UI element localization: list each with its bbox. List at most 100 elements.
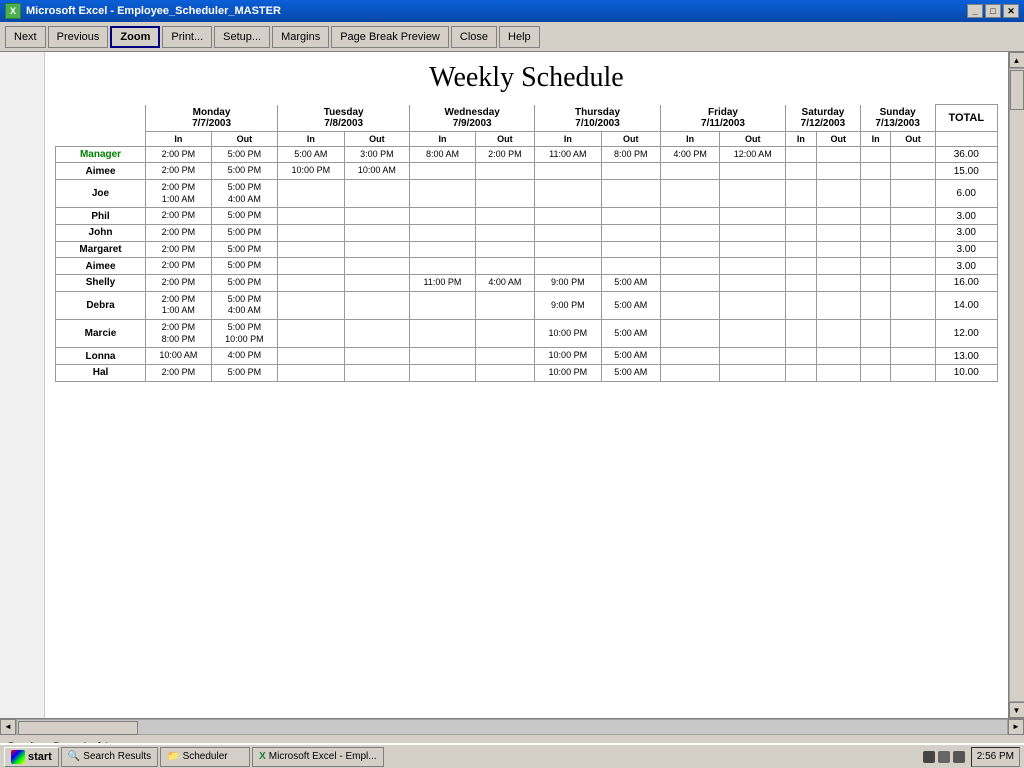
taskbar-excel[interactable]: X Microsoft Excel - Empl...	[252, 747, 383, 767]
window-close-button[interactable]: ✕	[1003, 4, 1019, 18]
shift-out: 5:00 PM 4:00 AM	[211, 179, 277, 207]
sunday-header: Sunday7/13/2003	[860, 105, 935, 132]
taskbar-search-results[interactable]: 🔍 Search Results	[61, 747, 158, 767]
shift-in	[410, 224, 475, 241]
scroll-up-button[interactable]: ▲	[1009, 52, 1024, 68]
shift-out	[891, 208, 935, 225]
shift-in	[660, 224, 719, 241]
shift-in	[660, 179, 719, 207]
shift-out	[344, 241, 410, 258]
shift-out	[475, 258, 534, 275]
shift-in	[786, 146, 817, 163]
shift-in	[786, 179, 817, 207]
shift-in	[660, 291, 719, 319]
next-button[interactable]: Next	[5, 26, 46, 48]
shift-in: 11:00 AM	[535, 146, 601, 163]
page-break-button[interactable]: Page Break Preview	[331, 26, 449, 48]
shift-in	[660, 163, 719, 180]
shift-out	[720, 320, 786, 348]
shift-out	[601, 163, 660, 180]
employee-name: Hal	[56, 365, 146, 382]
shift-in	[535, 241, 601, 258]
shift-out	[891, 179, 935, 207]
h-scroll-thumb[interactable]	[18, 721, 138, 735]
table-row: Shelly2:00 PM5:00 PM11:00 PM4:00 AM9:00 …	[56, 275, 998, 292]
employee-name: Aimee	[56, 163, 146, 180]
shift-in	[535, 163, 601, 180]
setup-button[interactable]: Setup...	[214, 26, 270, 48]
shift-out: 2:00 PM	[475, 146, 534, 163]
vertical-scrollbar[interactable]: ▲ ▼	[1008, 52, 1024, 718]
total-hours: 10.00	[935, 365, 997, 382]
shift-out	[891, 365, 935, 382]
scroll-left-button[interactable]: ◄	[0, 719, 16, 735]
shift-out: 5:00 PM 4:00 AM	[211, 291, 277, 319]
shift-out	[720, 291, 786, 319]
shift-in	[786, 163, 817, 180]
taskbar-scheduler-label: Scheduler	[183, 751, 228, 762]
print-button[interactable]: Print...	[162, 26, 212, 48]
scroll-right-button[interactable]: ►	[1008, 719, 1024, 735]
help-button[interactable]: Help	[499, 26, 540, 48]
shift-out	[601, 208, 660, 225]
employee-name: Debra	[56, 291, 146, 319]
shift-in	[535, 179, 601, 207]
fri-in: In	[660, 131, 719, 146]
shift-out	[601, 224, 660, 241]
shift-in	[860, 348, 891, 365]
shift-out: 5:00 PM	[211, 258, 277, 275]
total-hours: 3.00	[935, 208, 997, 225]
thu-out: Out	[601, 131, 660, 146]
shift-out	[891, 320, 935, 348]
shift-out	[601, 258, 660, 275]
shift-out	[344, 365, 410, 382]
shift-in	[860, 275, 891, 292]
taskbar-excel-label: Microsoft Excel - Empl...	[269, 751, 377, 762]
start-icon	[11, 750, 25, 764]
shift-out	[816, 348, 860, 365]
zoom-button[interactable]: Zoom	[110, 26, 160, 48]
shift-in	[786, 241, 817, 258]
shift-in	[860, 179, 891, 207]
scroll-down-button[interactable]: ▼	[1009, 702, 1024, 718]
shift-in	[278, 291, 344, 319]
shift-in: 2:00 PM	[146, 208, 212, 225]
shift-out: 5:00 PM	[211, 224, 277, 241]
employee-name: Margaret	[56, 241, 146, 258]
shift-out	[475, 179, 534, 207]
shift-out	[816, 365, 860, 382]
toolbar: Next Previous Zoom Print... Setup... Mar…	[0, 22, 1024, 52]
shift-in: 10:00 PM	[535, 348, 601, 365]
taskbar-scheduler[interactable]: 📁 Scheduler	[160, 747, 250, 767]
scroll-track[interactable]	[1009, 68, 1024, 702]
h-scroll-track[interactable]	[16, 719, 1008, 735]
total-hours: 12.00	[935, 320, 997, 348]
shift-out: 5:00 PM	[211, 163, 277, 180]
shift-out	[344, 320, 410, 348]
tray-icon-3	[953, 751, 965, 763]
shift-out: 5:00 AM	[601, 291, 660, 319]
start-button[interactable]: start	[4, 747, 59, 767]
previous-button[interactable]: Previous	[48, 26, 109, 48]
restore-button[interactable]: □	[985, 4, 1001, 18]
shift-out	[891, 275, 935, 292]
shift-out	[344, 348, 410, 365]
shift-out: 10:00 AM	[344, 163, 410, 180]
horizontal-scrollbar[interactable]: ◄ ►	[0, 718, 1024, 734]
shift-in	[535, 208, 601, 225]
shift-in	[278, 208, 344, 225]
close-toolbar-button[interactable]: Close	[451, 26, 497, 48]
shift-in: 10:00 PM	[278, 163, 344, 180]
content-area[interactable]: Weekly Schedule Monday7/7/2003 Tuesday7/…	[45, 52, 1008, 718]
shift-out	[475, 224, 534, 241]
margins-button[interactable]: Margins	[272, 26, 329, 48]
employee-name: Marcie	[56, 320, 146, 348]
shift-in	[410, 291, 475, 319]
shift-out	[816, 275, 860, 292]
employee-name: Joe	[56, 179, 146, 207]
shift-in	[786, 365, 817, 382]
total-hours: 3.00	[935, 241, 997, 258]
shift-out	[891, 146, 935, 163]
scroll-thumb[interactable]	[1010, 70, 1024, 110]
minimize-button[interactable]: _	[967, 4, 983, 18]
